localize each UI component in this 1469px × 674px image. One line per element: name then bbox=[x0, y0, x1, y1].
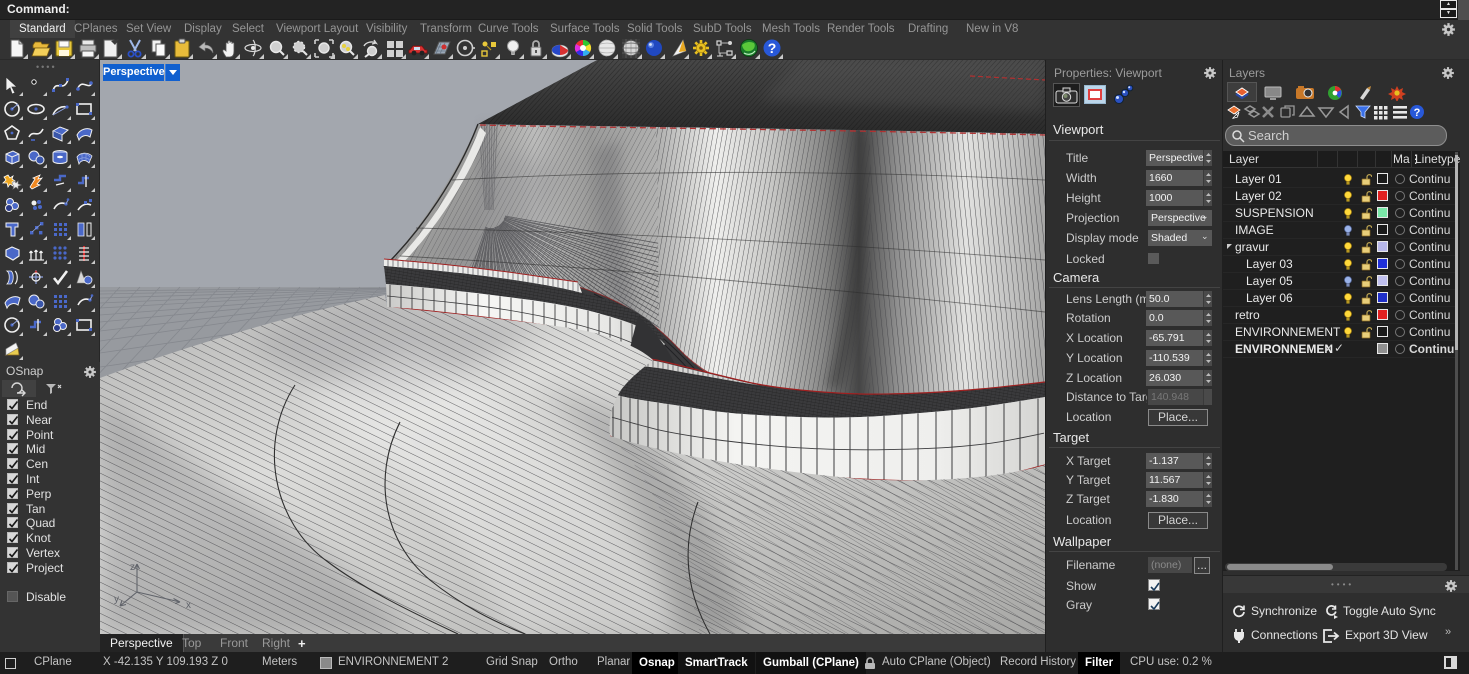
svg-text:x: x bbox=[186, 600, 191, 611]
svg-text:z: z bbox=[130, 562, 135, 573]
svg-text:y: y bbox=[114, 594, 119, 605]
svg-text:?: ? bbox=[768, 40, 777, 56]
svg-text:?: ? bbox=[1414, 107, 1421, 119]
